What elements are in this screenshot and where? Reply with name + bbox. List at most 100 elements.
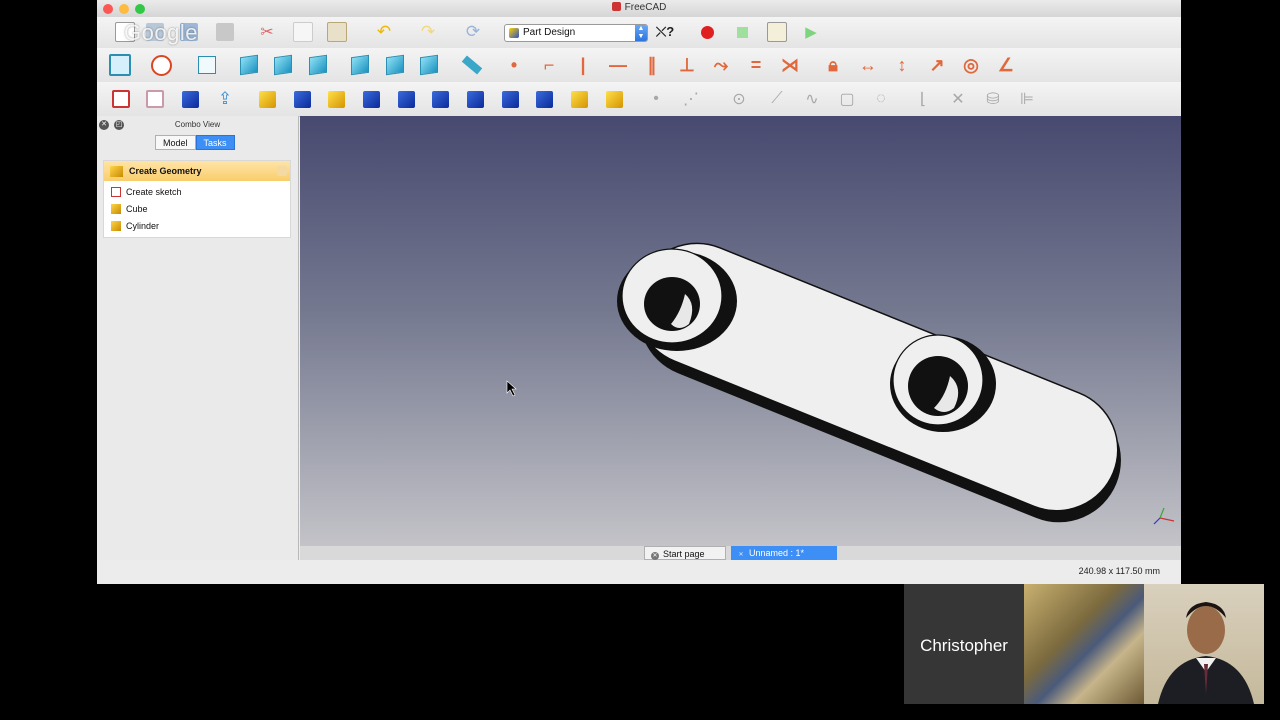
point-tool-icon[interactable]: •	[644, 87, 668, 111]
trim-tool-icon[interactable]: ✕	[946, 87, 970, 111]
close-tab-icon[interactable]: ✕	[737, 551, 745, 559]
slot-tool-icon[interactable]: ◌	[869, 87, 893, 111]
external-geometry-icon[interactable]: ⛁	[981, 87, 1005, 111]
lock-constraint-icon[interactable]: 🔒︎	[821, 53, 845, 77]
chamfer-icon[interactable]	[428, 87, 452, 111]
participant-video-speaker[interactable]	[1144, 584, 1264, 704]
workbench-selector[interactable]: Part Design ▲ ▼	[504, 24, 648, 42]
tangent-constraint-icon[interactable]: ⤳	[709, 53, 733, 77]
participant-tile[interactable]: Christopher	[904, 584, 1024, 704]
angle-constraint-icon[interactable]: ∠	[994, 53, 1018, 77]
collapse-icon[interactable]	[277, 166, 287, 176]
rectangle-tool-icon[interactable]: ▢	[835, 87, 859, 111]
leave-sketch-icon[interactable]: ⇪	[213, 87, 237, 111]
measure-icon[interactable]	[460, 53, 484, 77]
pad-icon[interactable]	[255, 87, 279, 111]
polar-pattern-icon[interactable]	[567, 87, 591, 111]
construction-mode-icon[interactable]: ⊫	[1015, 87, 1039, 111]
create-geometry-icon	[110, 166, 123, 177]
participant-video-classroom[interactable]	[1024, 584, 1144, 704]
view-sketcher-toolbar: • ⌐ | — ∥ ⊥ ⤳ = ⋊ 🔒︎ ↔ ↕ ↗ ◎ ∠	[97, 48, 1181, 83]
task-panel-header[interactable]: Create Geometry	[104, 161, 290, 181]
rear-view-icon[interactable]	[348, 53, 372, 77]
refresh-icon[interactable]: ⟳	[461, 20, 485, 44]
sketch-icon	[111, 186, 121, 197]
tab-unnamed-document[interactable]: ✕ Unnamed : 1*	[731, 546, 837, 560]
print-icon[interactable]	[213, 20, 237, 44]
chevron-updown-icon: ▲ ▼	[635, 25, 647, 41]
front-view-icon[interactable]	[237, 53, 261, 77]
redo-icon[interactable]: ↷	[416, 20, 440, 44]
axonometric-view-icon[interactable]	[195, 53, 219, 77]
circle-tool-icon[interactable]: ⊙	[727, 87, 751, 111]
multi-transform-icon[interactable]	[602, 87, 626, 111]
3d-model-link-bar	[506, 242, 1175, 525]
close-tab-icon[interactable]: ✕	[651, 552, 659, 560]
combo-tabs: Model Tasks	[155, 135, 235, 150]
3d-viewport[interactable]	[300, 116, 1181, 546]
tab-start-page[interactable]: ✕ Start page	[644, 546, 726, 560]
edit-sketch-icon[interactable]	[143, 87, 167, 111]
top-view-icon[interactable]	[271, 53, 295, 77]
whats-this-icon[interactable]: ⤬?	[653, 20, 677, 44]
map-sketch-icon[interactable]	[178, 87, 202, 111]
freecad-window: FreeCAD ✂ ↶ ↷ ⟳ Part Design ▲ ▼ ⤬? ▶ Goog…	[97, 0, 1181, 584]
right-view-icon[interactable]	[306, 53, 330, 77]
run-macro-icon[interactable]: ▶	[799, 20, 823, 44]
linear-pattern-icon[interactable]	[532, 87, 556, 111]
distance-constraint-icon[interactable]: ↗	[925, 53, 949, 77]
edit-macro-icon[interactable]	[765, 20, 789, 44]
file-toolbar: ✂ ↶ ↷ ⟳ Part Design ▲ ▼ ⤬? ▶	[97, 17, 1181, 49]
task-panel: Create Geometry Create sketch Cube Cylin…	[103, 160, 291, 238]
fillet-icon[interactable]	[394, 87, 418, 111]
groove-icon[interactable]	[359, 87, 383, 111]
part-design-icon	[509, 28, 519, 38]
polyline-tool-icon[interactable]: ⋰	[679, 87, 703, 111]
bspline-tool-icon[interactable]: ∿	[800, 87, 824, 111]
tab-model[interactable]: Model	[155, 135, 196, 150]
cylinder-icon	[111, 220, 121, 231]
left-view-icon[interactable]	[417, 53, 441, 77]
document-tabs: ✕ Start page ✕ Unnamed : 1*	[300, 546, 1181, 560]
mirrored-icon[interactable]	[498, 87, 522, 111]
task-create-sketch[interactable]: Create sketch	[111, 184, 182, 199]
copy-icon[interactable]	[291, 20, 315, 44]
google-watermark: Google	[124, 20, 198, 45]
stop-macro-icon[interactable]	[730, 20, 754, 44]
cube-icon	[111, 203, 121, 214]
fillet-tool-icon[interactable]: ⌊	[911, 87, 935, 111]
freecad-logo-icon	[611, 2, 621, 11]
draw-style-icon[interactable]	[149, 53, 173, 77]
combo-view-header: ✕ ◰ Combo View	[97, 116, 298, 134]
radius-constraint-icon[interactable]: ◎	[959, 53, 983, 77]
perpendicular-constraint-icon[interactable]: ⊥	[675, 53, 699, 77]
cut-icon[interactable]: ✂	[255, 20, 279, 44]
bottom-view-icon[interactable]	[383, 53, 407, 77]
speaker-avatar	[1158, 602, 1254, 704]
sketch-arc-icon[interactable]: ⌐	[537, 53, 561, 77]
vertical-constraint-icon[interactable]: |	[571, 53, 595, 77]
revolution-icon[interactable]	[324, 87, 348, 111]
vertical-distance-icon[interactable]: ↕	[890, 53, 914, 77]
equal-constraint-icon[interactable]: =	[744, 53, 768, 77]
horizontal-distance-icon[interactable]: ↔	[856, 53, 880, 77]
create-sketch-icon[interactable]	[109, 87, 133, 111]
title-bar: FreeCAD	[97, 0, 1181, 18]
parallel-constraint-icon[interactable]: ∥	[640, 53, 664, 77]
fit-all-icon[interactable]	[108, 53, 132, 77]
part-design-toolbar: ⇪ • ⋰ ⊙ ⟋ ∿ ▢ ◌ ⌊ ✕ ⛁ ⊫	[97, 82, 1181, 117]
window-title: FreeCAD	[97, 2, 1181, 13]
horizontal-constraint-icon[interactable]: —	[606, 53, 630, 77]
paste-icon[interactable]	[325, 20, 349, 44]
pocket-icon[interactable]	[290, 87, 314, 111]
tab-tasks[interactable]: Tasks	[195, 135, 235, 150]
draft-icon[interactable]	[463, 87, 487, 111]
line-tool-icon[interactable]: ⟋	[765, 87, 789, 111]
undo-icon[interactable]: ↶	[372, 20, 396, 44]
record-macro-icon[interactable]	[695, 20, 719, 44]
sketch-point-icon[interactable]: •	[502, 53, 526, 77]
participant-name: Christopher	[920, 636, 1008, 655]
task-cylinder[interactable]: Cylinder	[111, 218, 159, 233]
task-cube[interactable]: Cube	[111, 201, 148, 216]
symmetric-constraint-icon[interactable]: ⋊	[778, 53, 802, 77]
